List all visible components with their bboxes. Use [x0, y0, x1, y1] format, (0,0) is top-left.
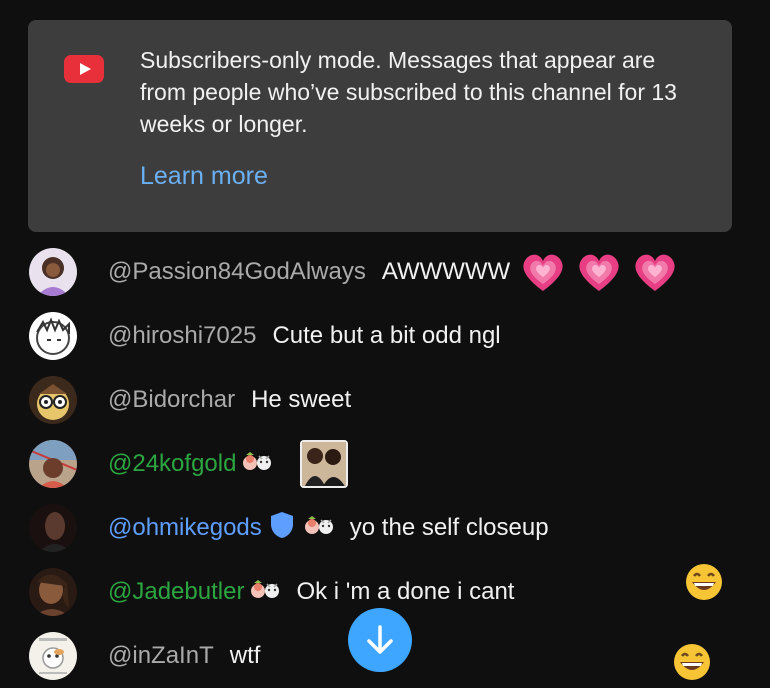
photo-sticker	[300, 440, 349, 488]
scroll-to-bottom-button[interactable]	[348, 608, 412, 672]
avatar[interactable]	[29, 312, 77, 360]
heart-icon	[520, 251, 566, 293]
avatar[interactable]	[29, 248, 77, 296]
subscribers-only-banner: Subscribers-only mode. Messages that app…	[28, 20, 732, 232]
chat-message: @Passion84GodAlways AWWWWW	[0, 244, 770, 304]
author-name[interactable]: @ohmikegods	[108, 514, 262, 542]
avatar[interactable]	[29, 568, 77, 616]
author-name[interactable]: @hiroshi7025	[108, 322, 256, 350]
banner-message: Subscribers-only mode. Messages that app…	[140, 47, 677, 137]
moderator-shield-icon	[270, 511, 294, 546]
chat-message: @24kofgold	[0, 436, 770, 496]
message-text: yo the self closeup	[349, 514, 549, 541]
arrow-down-icon	[367, 625, 393, 654]
message-text: AWWWWW	[381, 258, 511, 285]
author-name[interactable]: @Jadebutler	[108, 578, 244, 606]
chat-message: @Bidorchar He sweet	[0, 372, 770, 432]
author-name[interactable]: @inZaInT	[108, 642, 214, 670]
avatar[interactable]	[29, 504, 77, 552]
message-text: wtf	[229, 642, 261, 669]
grinning-face-icon	[672, 642, 712, 687]
heart-icon	[632, 251, 678, 293]
grinning-face-icon	[684, 562, 724, 607]
message-text: He sweet	[251, 386, 352, 413]
chat-message: @ohmikegods yo the self closeup	[0, 500, 770, 560]
author-name[interactable]: @Passion84GodAlways	[108, 258, 366, 286]
member-badge-icon	[240, 450, 274, 479]
learn-more-link[interactable]: Learn more	[140, 162, 268, 191]
avatar[interactable]	[29, 440, 77, 488]
message-text: Ok i 'm a done i cant	[296, 578, 515, 605]
avatar[interactable]	[29, 376, 77, 424]
author-name[interactable]: @24kofgold	[108, 450, 236, 478]
youtube-icon	[64, 55, 104, 83]
heart-icon	[576, 251, 622, 293]
member-badge-icon	[302, 514, 336, 543]
avatar[interactable]	[29, 632, 77, 680]
member-badge-icon	[248, 578, 282, 607]
author-name[interactable]: @Bidorchar	[108, 386, 235, 414]
chat-message: @hiroshi7025 Cute but a bit odd ngl	[0, 308, 770, 368]
message-text: Cute but a bit odd ngl	[272, 322, 501, 349]
